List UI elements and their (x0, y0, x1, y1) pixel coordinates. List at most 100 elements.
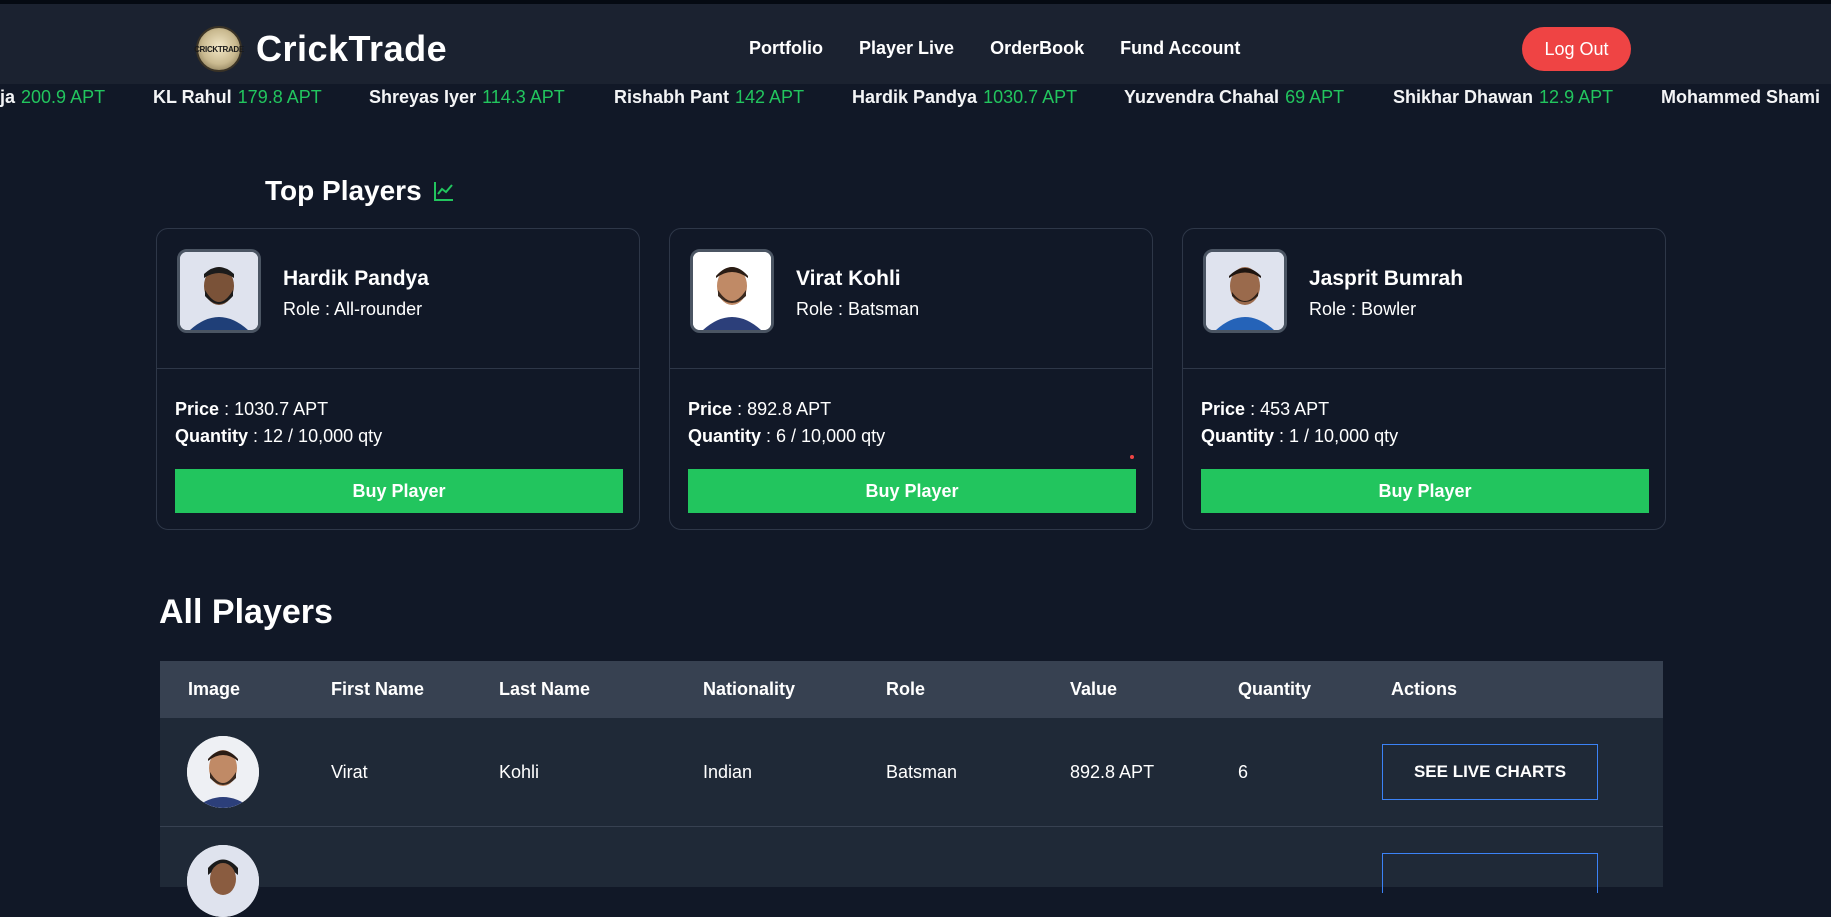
see-live-charts-button[interactable] (1382, 853, 1598, 893)
ticker-price: 1030.7 APT (983, 87, 1078, 107)
nav-fund-account[interactable]: Fund Account (1120, 38, 1240, 59)
player-name: Jasprit Bumrah (1309, 267, 1464, 290)
cell-value: 892.8 APT (1070, 762, 1155, 782)
price-label: Price (175, 399, 220, 419)
column-header: Quantity (1238, 679, 1312, 699)
player-avatar (187, 736, 259, 808)
player-price: Price : 453 APT (1201, 399, 1329, 420)
player-quantity: Quantity : 1 / 10,000 qty (1201, 426, 1398, 447)
brand-name: CrickTrade (256, 28, 448, 69)
column-header: Image (188, 679, 241, 699)
indicator-dot (1130, 455, 1134, 459)
player-card: Jasprit Bumrah Role : Bowler Price : 453… (1182, 228, 1666, 530)
column-header: Actions (1391, 679, 1458, 699)
ticker-name: KL Rahul (153, 87, 232, 107)
ticker-name: Hardik Pandya (852, 87, 978, 107)
ticker-item: Mohammed Shami (1661, 87, 1820, 108)
role-label: Role : (1309, 299, 1357, 319)
ticker-name: Mohammed Shami (1661, 87, 1821, 107)
ticker-name: ja (0, 87, 16, 107)
price-label: Price (688, 399, 733, 419)
column-header: Nationality (703, 679, 796, 699)
brand[interactable]: CRICKTRADE CrickTrade (194, 26, 448, 72)
column-header: Last Name (499, 679, 591, 699)
ticker-price: 179.8 APT (237, 87, 322, 107)
price-value: : 1030.7 APT (224, 399, 329, 419)
quantity-label: Quantity (688, 426, 762, 446)
buy-player-button[interactable]: Buy Player (688, 469, 1136, 513)
role-value: Bowler (1361, 299, 1417, 319)
ticker-item: Yuzvendra Chahal 69 APT (1124, 87, 1344, 108)
price-ticker: ja 200.9 APT KL Rahul 179.8 APT Shreyas Iy… (0, 84, 1831, 110)
player-avatar (187, 845, 259, 917)
ticker-item: ja 200.9 APT (0, 87, 105, 108)
price-label: Price (1201, 399, 1246, 419)
column-header: Value (1070, 679, 1118, 699)
player-price: Price : 1030.7 APT (175, 399, 328, 420)
card-divider (670, 368, 1152, 369)
ticker-price: 12.9 APT (1539, 87, 1614, 107)
ticker-price: 142 APT (735, 87, 805, 107)
quantity-label: Quantity (1201, 426, 1275, 446)
navbar: CRICKTRADE CrickTrade Portfolio Player L… (0, 4, 1831, 84)
ticker-name: Shreyas Iyer (369, 87, 477, 107)
logo-text: CRICKTRADE (194, 44, 244, 54)
player-role: Role : Batsman (796, 299, 919, 320)
ticker-name: Yuzvendra Chahal (1124, 87, 1280, 107)
ticker-item: Hardik Pandya 1030.7 APT (852, 87, 1077, 108)
column-header: First Name (331, 679, 425, 699)
player-photo (1203, 249, 1287, 333)
table-row (160, 826, 1663, 917)
player-card: Virat Kohli Role : Batsman Price : 892.8… (669, 228, 1153, 530)
nav-portfolio[interactable]: Portfolio (749, 38, 823, 59)
ticker-name: Shikhar Dhawan (1393, 87, 1534, 107)
cell-last-name: Kohli (499, 762, 540, 782)
ticker-name: Rishabh Pant (614, 87, 730, 107)
card-divider (157, 368, 639, 369)
nav-player-live[interactable]: Player Live (859, 38, 954, 59)
quantity-value: : 6 / 10,000 qty (766, 426, 886, 446)
ticker-item: KL Rahul 179.8 APT (153, 87, 322, 108)
buy-player-button[interactable]: Buy Player (1201, 469, 1649, 513)
player-photo (177, 249, 261, 333)
player-photo (690, 249, 774, 333)
quantity-value: : 12 / 10,000 qty (253, 426, 383, 446)
player-price: Price : 892.8 APT (688, 399, 831, 420)
price-value: : 892.8 APT (737, 399, 832, 419)
card-divider (1183, 368, 1665, 369)
trend-chart-icon (433, 182, 453, 201)
role-value: All-rounder (334, 299, 423, 319)
players-table: Image First Name Last Name Nationality R… (160, 661, 1663, 917)
cell-first-name: Virat (331, 762, 368, 782)
buy-player-button[interactable]: Buy Player (175, 469, 623, 513)
ticker-item: Shikhar Dhawan 12.9 APT (1393, 87, 1613, 108)
cell-quantity: 6 (1238, 762, 1249, 782)
top-players-title: Top Players (265, 175, 422, 206)
player-quantity: Quantity : 12 / 10,000 qty (175, 426, 382, 447)
quantity-value: : 1 / 10,000 qty (1279, 426, 1399, 446)
ticker-price: 114.3 APT (482, 87, 565, 107)
table-row: Virat Kohli Indian Batsman 892.8 APT 6 S… (160, 717, 1663, 826)
ticker-item: Rishabh Pant 142 APT (614, 87, 804, 108)
ticker-price: 200.9 APT (21, 87, 106, 107)
logout-button[interactable]: Log Out (1522, 27, 1631, 71)
player-card: Hardik Pandya Role : All-rounder Price :… (156, 228, 640, 530)
player-name: Virat Kohli (796, 267, 901, 290)
price-value: : 453 APT (1250, 399, 1330, 419)
player-name: Hardik Pandya (283, 267, 429, 290)
see-live-charts-button[interactable]: SEE LIVE CHARTS (1382, 744, 1598, 800)
nav-links: Portfolio Player Live OrderBook Fund Acc… (749, 38, 1240, 59)
role-label: Role : (283, 299, 331, 319)
column-header: Role (886, 679, 926, 699)
player-role: Role : All-rounder (283, 299, 422, 320)
player-role: Role : Bowler (1309, 299, 1416, 320)
quantity-label: Quantity (175, 426, 249, 446)
cell-nationality: Indian (703, 762, 753, 782)
role-label: Role : (796, 299, 844, 319)
player-quantity: Quantity : 6 / 10,000 qty (688, 426, 885, 447)
nav-orderbook[interactable]: OrderBook (990, 38, 1084, 59)
ticker-price: 69 APT (1285, 87, 1345, 107)
top-players-heading: Top Players (265, 175, 456, 207)
cell-role: Batsman (886, 762, 958, 782)
ticker-item: Shreyas Iyer 114.3 APT (369, 87, 565, 108)
